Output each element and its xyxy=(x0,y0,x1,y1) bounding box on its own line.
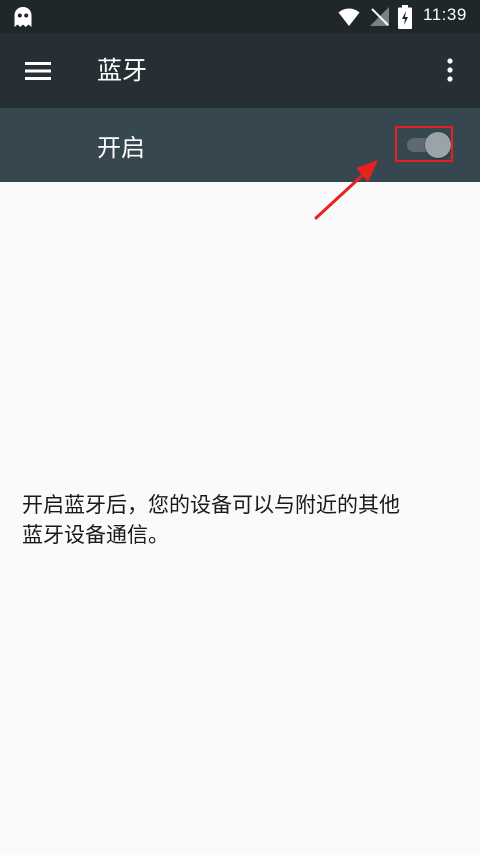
ghost-app-icon xyxy=(14,7,32,27)
app-bar: 蓝牙 xyxy=(0,33,480,108)
status-bar: 11:39 xyxy=(0,0,480,33)
page-title: 蓝牙 xyxy=(97,56,148,85)
bluetooth-description: 开启蓝牙后，您的设备可以与附近的其他 蓝牙设备通信。 xyxy=(22,493,400,547)
more-vert-icon[interactable] xyxy=(438,55,462,87)
switch-label: 开启 xyxy=(97,134,145,162)
menu-icon[interactable] xyxy=(22,55,54,87)
annotation-highlight-box xyxy=(395,126,453,162)
wifi-icon xyxy=(338,8,360,26)
status-time: 11:39 xyxy=(423,5,467,24)
battery-charging-icon xyxy=(398,5,412,29)
annotation-arrow-icon xyxy=(314,160,378,220)
no-signal-icon xyxy=(370,7,389,26)
